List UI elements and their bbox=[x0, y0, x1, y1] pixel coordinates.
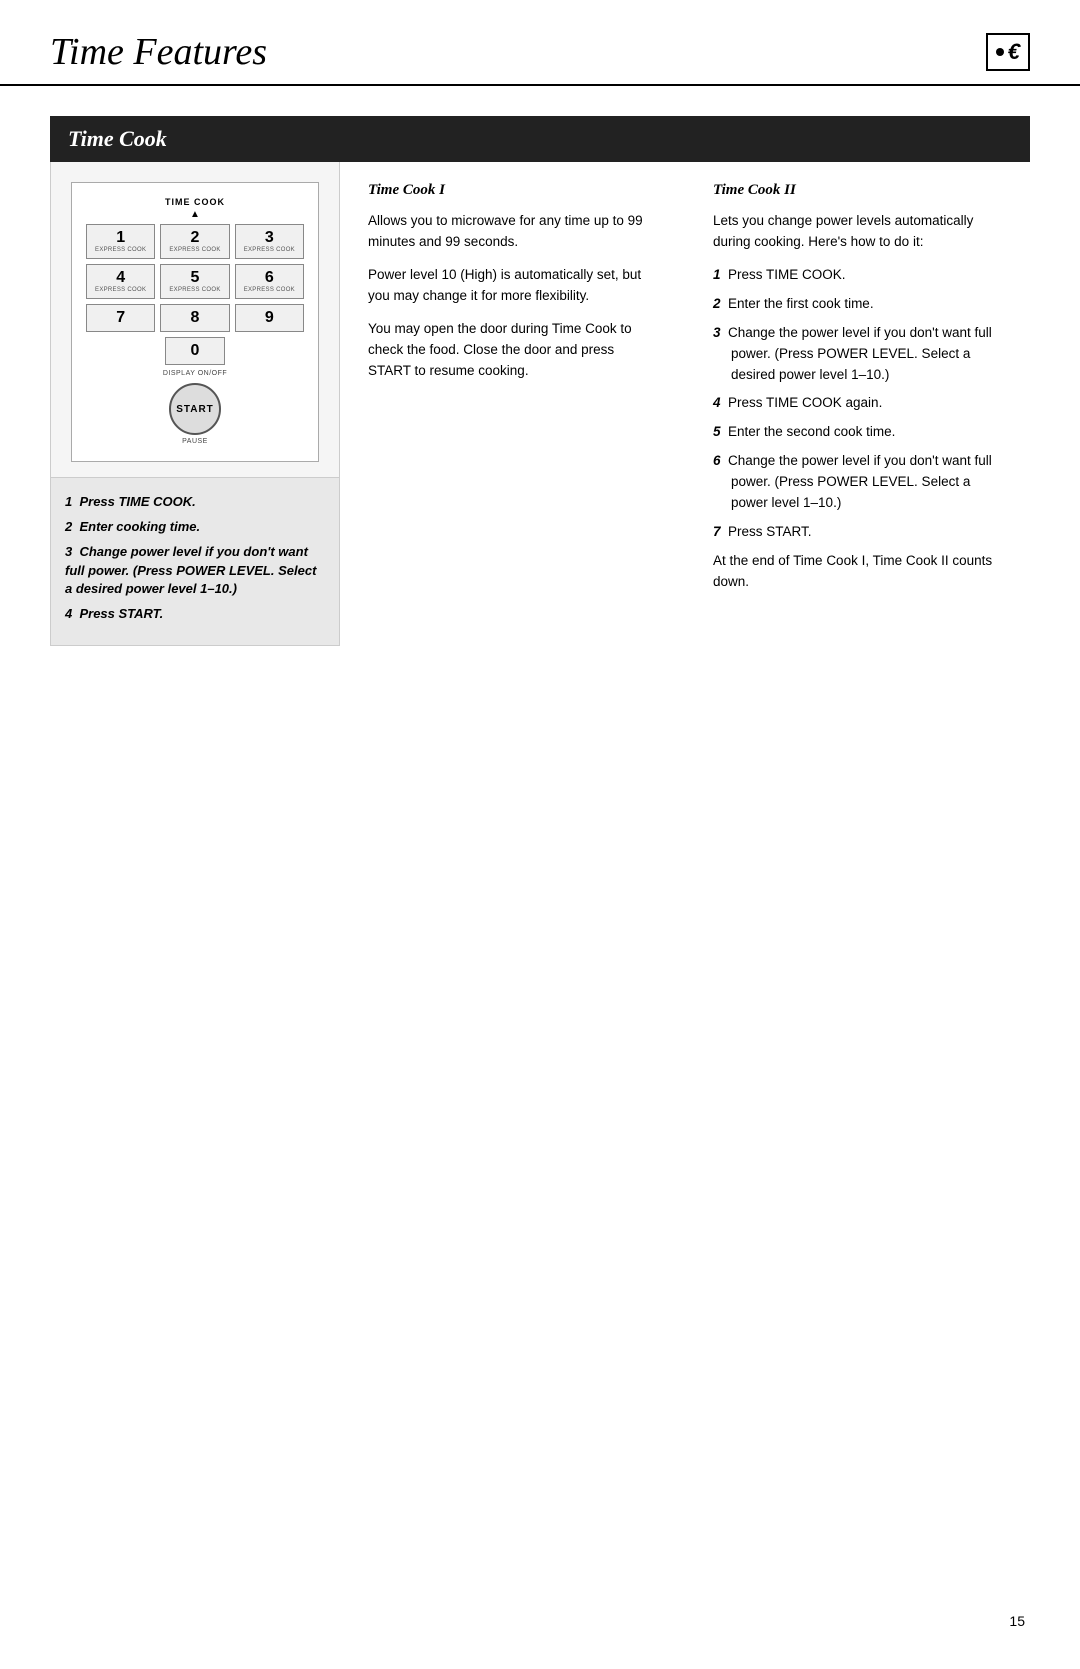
display-off-label: DISPLAY ON/OFF bbox=[86, 370, 304, 377]
keypad-inner: TIME COOK ▲ 1 EXPRESS COOK 2 EXPRESS COO… bbox=[71, 182, 319, 462]
key-9[interactable]: 9 bbox=[235, 304, 304, 332]
timecook1-para2: Power level 10 (High) is automatically s… bbox=[368, 265, 657, 307]
pause-label: PAUSE bbox=[182, 438, 208, 445]
arrow-up-icon: ▲ bbox=[86, 209, 304, 220]
header-icons: € bbox=[986, 33, 1030, 71]
timecook2-step-4: 4 Press TIME COOK again. bbox=[713, 393, 1002, 414]
key-7[interactable]: 7 bbox=[86, 304, 155, 332]
timecook2-step-5: 5 Enter the second cook time. bbox=[713, 422, 1002, 443]
instr-item-2: 2 Enter cooking time. bbox=[65, 518, 325, 537]
key-6[interactable]: 6 EXPRESS COOK bbox=[235, 264, 304, 299]
timecook2-step-1: 1 Press TIME COOK. bbox=[713, 265, 1002, 286]
timecook1-para1: Allows you to microwave for any time up … bbox=[368, 211, 657, 253]
section-title: Time Cook bbox=[68, 126, 167, 151]
right-content: Time Cook I Allows you to microwave for … bbox=[340, 162, 1030, 646]
key-8[interactable]: 8 bbox=[160, 304, 229, 332]
key-0[interactable]: 0 bbox=[165, 337, 225, 365]
section-header: Time Cook bbox=[50, 116, 1030, 162]
timecook2-intro: Lets you change power levels automatical… bbox=[713, 211, 1002, 253]
timecook2-subtitle: Time Cook II bbox=[713, 182, 1002, 199]
page-title: Time Features bbox=[50, 30, 267, 74]
key-3[interactable]: 3 EXPRESS COOK bbox=[235, 224, 304, 259]
instr-item-4: 4 Press START. bbox=[65, 605, 325, 624]
keypad-area: TIME COOK ▲ 1 EXPRESS COOK 2 EXPRESS COO… bbox=[51, 162, 339, 478]
timecook2-steps: 1 Press TIME COOK. 2 Enter the first coo… bbox=[713, 265, 1002, 543]
main-content: TIME COOK ▲ 1 EXPRESS COOK 2 EXPRESS COO… bbox=[50, 162, 1030, 646]
key-1[interactable]: 1 EXPRESS COOK bbox=[86, 224, 155, 259]
keypad-grid: 1 EXPRESS COOK 2 EXPRESS COOK 3 EXPRESS … bbox=[86, 224, 304, 332]
key-2[interactable]: 2 EXPRESS COOK bbox=[160, 224, 229, 259]
timecook1-para3: You may open the door during Time Cook t… bbox=[368, 319, 657, 382]
timecook2-step-3: 3 Change the power level if you don't wa… bbox=[713, 323, 1002, 386]
time-cook-label: TIME COOK bbox=[86, 197, 304, 207]
key-zero-row: 0 bbox=[86, 337, 304, 365]
timecook1-subtitle: Time Cook I bbox=[368, 182, 657, 199]
key-5[interactable]: 5 EXPRESS COOK bbox=[160, 264, 229, 299]
left-panel: TIME COOK ▲ 1 EXPRESS COOK 2 EXPRESS COO… bbox=[50, 162, 340, 646]
instr-item-1: 1 Press TIME COOK. bbox=[65, 493, 325, 512]
timecook2-col: Time Cook II Lets you change power level… bbox=[685, 162, 1030, 646]
timecook2-step-2: 2 Enter the first cook time. bbox=[713, 294, 1002, 315]
arrow-icon: € bbox=[1008, 39, 1020, 65]
key-4[interactable]: 4 EXPRESS COOK bbox=[86, 264, 155, 299]
page-number: 15 bbox=[1009, 1613, 1025, 1629]
timecook1-col: Time Cook I Allows you to microwave for … bbox=[340, 162, 685, 646]
dot-icon bbox=[996, 48, 1004, 56]
page-header: Time Features € bbox=[0, 0, 1080, 86]
timecook2-step-7: 7 Press START. bbox=[713, 522, 1002, 543]
instr-item-3: 3 Change power level if you don't want f… bbox=[65, 543, 325, 600]
start-button[interactable]: START bbox=[169, 383, 221, 435]
timecook2-closing: At the end of Time Cook I, Time Cook II … bbox=[713, 551, 1002, 593]
instructions-box: 1 Press TIME COOK. 2 Enter cooking time.… bbox=[51, 478, 339, 645]
start-btn-wrapper: START PAUSE bbox=[86, 383, 304, 445]
timecook2-step-6: 6 Change the power level if you don't wa… bbox=[713, 451, 1002, 514]
